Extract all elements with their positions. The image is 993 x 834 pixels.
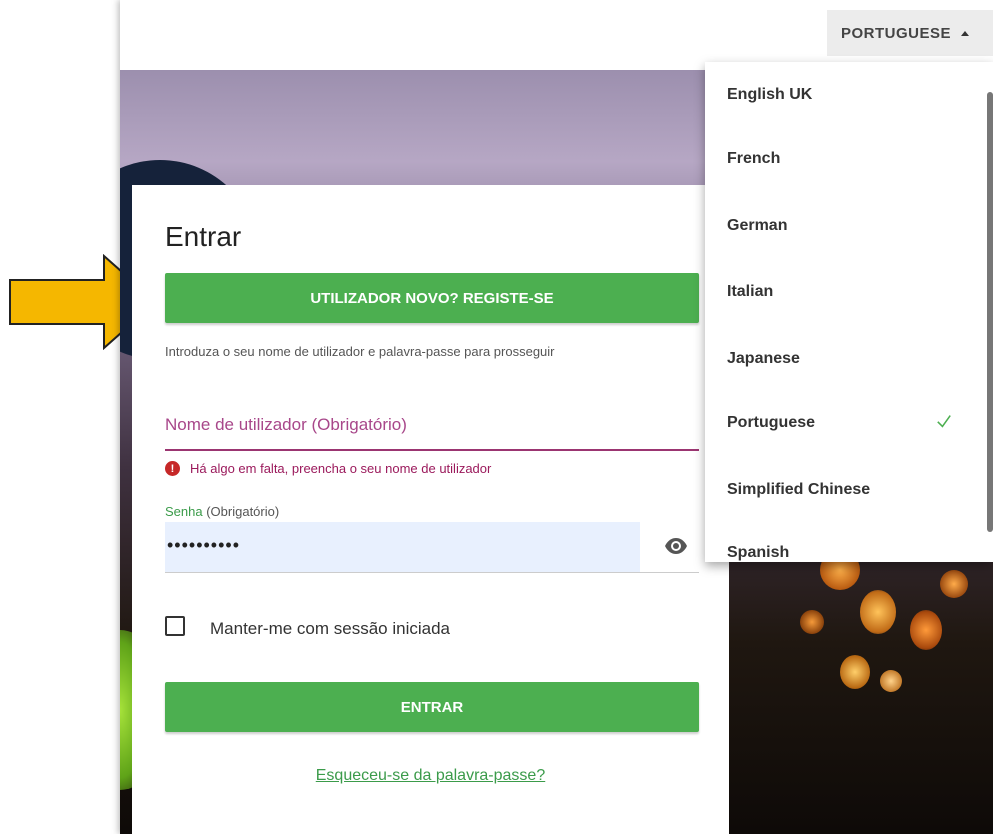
language-option-portuguese[interactable]: Portuguese [727, 414, 967, 432]
language-option-english-uk[interactable]: English UK [727, 86, 967, 104]
bokeh-light [860, 590, 896, 634]
language-option-german[interactable]: German [727, 217, 967, 235]
language-option-label: Italian [727, 283, 774, 300]
bokeh-light [910, 610, 942, 650]
language-option-label: French [727, 150, 781, 167]
language-selector-label: PORTUGUESE [841, 24, 952, 42]
remember-me-checkbox[interactable] [165, 616, 185, 636]
dropdown-scrollbar[interactable] [987, 62, 993, 562]
language-option-simplified-chinese[interactable]: Simplified Chinese [727, 481, 967, 499]
bokeh-light [940, 570, 968, 598]
language-option-spanish[interactable]: Spanish [727, 544, 967, 562]
language-option-label: Japanese [727, 350, 800, 367]
eye-icon[interactable] [664, 537, 688, 555]
language-option-label: German [727, 217, 788, 234]
top-bar: PORTUGUESE [120, 0, 993, 70]
language-selector-button[interactable]: PORTUGUESE [827, 10, 993, 56]
password-required-text: (Obrigatório) [206, 504, 280, 519]
password-input[interactable]: •••••••••• [165, 522, 640, 572]
language-option-label: Portuguese [727, 414, 816, 431]
login-card: Entrar UTILIZADOR NOVO? REGISTE-SE Intro… [132, 185, 729, 834]
username-error: ! Há algo em falta, preencha o seu nome … [165, 461, 491, 476]
scrollbar-thumb[interactable] [987, 92, 993, 532]
caret-up-icon [961, 30, 970, 36]
bokeh-light [880, 670, 902, 692]
remember-me-label: Manter-me com sessão iniciada [210, 619, 450, 638]
intro-text: Introduza o seu nome de utilizador e pal… [165, 344, 555, 359]
password-label-text: Senha [165, 504, 203, 519]
language-option-label: Spanish [727, 544, 790, 561]
language-option-japanese[interactable]: Japanese [727, 350, 967, 368]
language-option-french[interactable]: French [727, 150, 967, 168]
register-button[interactable]: UTILIZADOR NOVO? REGISTE-SE [165, 273, 699, 323]
username-placeholder: Nome de utilizador (Obrigatório) [165, 415, 407, 434]
error-icon: ! [165, 461, 180, 476]
language-option-label: Simplified Chinese [727, 481, 871, 498]
password-label: Senha (Obrigatório) [165, 504, 279, 519]
checkmark-icon [937, 415, 951, 428]
username-error-text: Há algo em falta, preencha o seu nome de… [190, 461, 492, 476]
language-option-italian[interactable]: Italian [727, 283, 967, 301]
browser-viewport: PORTUGUESE Entrar UTILIZADOR NOVO? REGIS… [120, 0, 993, 834]
username-input[interactable]: Nome de utilizador (Obrigatório) [165, 407, 699, 451]
password-underline [165, 572, 699, 573]
bokeh-light [800, 610, 824, 634]
language-option-label: English UK [727, 86, 813, 103]
bokeh-light [840, 655, 870, 689]
password-value: •••••••••• [167, 535, 241, 555]
page-title: Entrar [165, 221, 242, 252]
forgot-password-link[interactable]: Esqueceu-se da palavra-passe? [132, 767, 729, 785]
login-button[interactable]: ENTRAR [165, 682, 699, 732]
language-dropdown-menu: English UK French German Italian Japanes… [705, 62, 993, 562]
